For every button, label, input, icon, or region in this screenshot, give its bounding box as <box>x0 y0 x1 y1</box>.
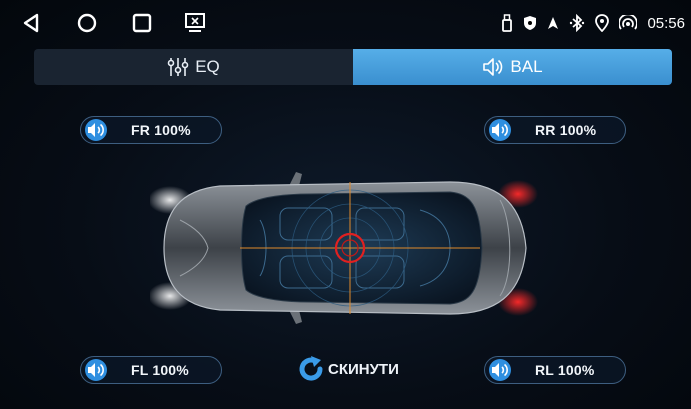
speaker-rl-button[interactable]: RL 100% <box>484 356 626 384</box>
tab-eq[interactable]: EQ <box>34 49 353 85</box>
speaker-rl-label: RL 100% <box>535 362 595 378</box>
equalizer-sliders-icon <box>167 56 189 78</box>
speaker-fl-label: FL 100% <box>131 362 189 378</box>
speaker-fl-button[interactable]: FL 100% <box>80 356 222 384</box>
usb-icon <box>501 14 513 32</box>
recents-icon[interactable] <box>132 13 152 38</box>
tab-bal-label: BAL <box>510 57 543 76</box>
location-icon <box>595 14 610 32</box>
hotspot-icon <box>619 15 638 31</box>
clock: 05:56 <box>647 14 685 32</box>
speaker-icon <box>482 56 504 78</box>
speaker-fr-button[interactable]: FR 100% <box>80 116 222 144</box>
speaker-rr-label: RR 100% <box>535 122 597 138</box>
speaker-rr-button[interactable]: RR 100% <box>484 116 626 144</box>
screen-icon[interactable] <box>184 13 206 38</box>
speaker-volume-icon <box>85 359 107 381</box>
tab-eq-label: EQ <box>195 57 220 76</box>
car-balance-area[interactable] <box>148 160 540 336</box>
bluetooth-icon <box>569 14 585 32</box>
shield-icon <box>523 15 537 31</box>
refresh-icon <box>296 354 326 384</box>
speaker-volume-icon <box>85 119 107 141</box>
back-icon[interactable] <box>22 13 40 38</box>
home-icon[interactable] <box>77 13 97 38</box>
tab-bal[interactable]: BAL <box>353 49 672 85</box>
speaker-volume-icon <box>489 359 511 381</box>
speaker-volume-icon <box>489 119 511 141</box>
speaker-fr-label: FR 100% <box>131 122 191 138</box>
status-bar: 05:56 <box>0 0 691 46</box>
status-icons: 05:56 <box>501 14 685 32</box>
signal-arrow-icon <box>547 16 559 30</box>
reset-label: СКИНУТИ <box>328 360 399 378</box>
reset-button[interactable]: СКИНУТИ <box>296 354 399 384</box>
mode-tabs: EQ BAL <box>34 49 672 85</box>
